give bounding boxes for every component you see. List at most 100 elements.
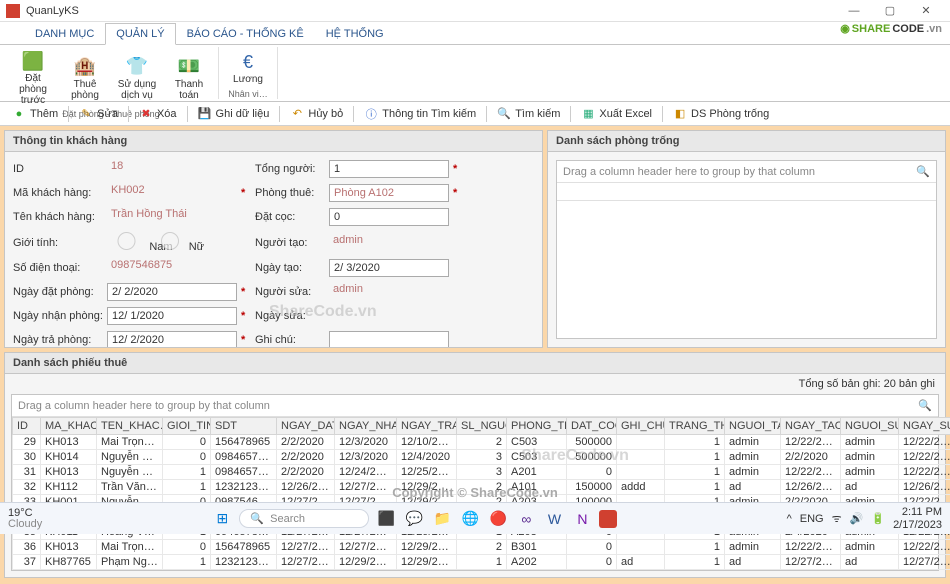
col-header[interactable]: SL_NGUOI <box>457 418 507 435</box>
btn-huy-bo[interactable]: ↶Hủy bỏ <box>284 105 349 123</box>
search-icon-2[interactable]: 🔍 <box>918 399 932 412</box>
col-header[interactable]: GHI_CHU <box>617 418 665 435</box>
tab-baocao[interactable]: BÁO CÁO - THỐNG KÊ <box>176 23 315 44</box>
lbl-tenkh: Tên khách hàng: <box>13 211 103 223</box>
col-header[interactable]: PHONG_TH… <box>507 418 567 435</box>
table-row[interactable]: 36KH013Mai Trọng …015647896512/27/202012… <box>13 540 950 555</box>
col-header[interactable]: NGAY_DAT… <box>277 418 335 435</box>
edge-icon[interactable]: 🌐 <box>459 508 481 530</box>
battery-icon[interactable]: 🔋 <box>871 512 885 525</box>
btn-luong[interactable]: €Lương <box>223 47 273 88</box>
ribbon-group-nhanvien: €Lương Nhân vi… <box>219 47 278 99</box>
close-button[interactable]: ✕ <box>908 0 944 22</box>
col-header[interactable]: DAT_COC <box>567 418 617 435</box>
grid-empty-rooms[interactable]: Drag a column header here to group by th… <box>556 160 937 339</box>
customer-form: ID18 Tổng người:* Mã khách hàng:KH002* P… <box>13 160 534 347</box>
inp-ngaytao[interactable] <box>329 259 449 277</box>
col-header[interactable]: NGAY_TAO <box>781 418 841 435</box>
content-area: Thông tin khách hàng ID18 Tổng người:* M… <box>0 126 950 352</box>
word-icon[interactable]: W <box>543 508 565 530</box>
chat-icon[interactable]: 💬 <box>403 508 425 530</box>
tray-chevron-icon[interactable]: ^ <box>787 513 792 525</box>
tab-hethong[interactable]: HỆ THỐNG <box>315 23 395 44</box>
grid-phieu-thue[interactable]: IDMA_KHACH…TEN_KHAC…GIOI_TINHSDTNGAY_DAT… <box>12 417 950 570</box>
col-header[interactable]: TRANG_THAI <box>665 418 725 435</box>
payment-icon: 💵 <box>177 55 201 79</box>
lang-indicator[interactable]: ENG <box>800 513 824 525</box>
table-row[interactable]: 30KH014Nguyễn Hồ…009846574562/2/202012/3… <box>13 450 950 465</box>
btn-ds-phong-trong[interactable]: ◧DS Phòng trống <box>667 105 775 123</box>
lbl-id: ID <box>13 163 103 175</box>
chrome-icon[interactable]: 🔴 <box>487 508 509 530</box>
inp-ngaynhan[interactable] <box>107 307 237 325</box>
table-row[interactable]: 37KH87765Phạm Ngu…1123212321212/27/20201… <box>13 555 950 570</box>
btn-them[interactable]: ●Thêm <box>6 105 64 123</box>
search-icon[interactable]: 🔍 <box>916 165 930 178</box>
col-header[interactable]: MA_KHACH… <box>41 418 97 435</box>
weather-widget[interactable]: 19°CCloudy <box>8 508 42 530</box>
wifi-icon[interactable]: ᯤ <box>832 511 842 526</box>
val-ngaysua: ShareCode.vn <box>329 307 449 325</box>
watermark-logo: ◉SHARECODE.vn <box>840 22 942 35</box>
table-row[interactable]: 29KH013Mai Trọng …01564789652/2/202012/3… <box>13 435 950 450</box>
minimize-button[interactable]: — <box>836 0 872 22</box>
btn-thanhtoan[interactable]: 💵Thanh toán <box>164 47 214 108</box>
btn-timkiem[interactable]: 🔍Tìm kiếm <box>491 105 566 123</box>
col-header[interactable]: NGAY_SUA <box>899 418 950 435</box>
ribbon-group-datphong: 🟩Đặt phòng trước 🏨Thuê phòng 👕Sử dụng dị… <box>4 47 219 99</box>
ribbon-group-caption-2: Nhân vi… <box>228 88 268 99</box>
col-header[interactable]: ID <box>13 418 41 435</box>
radio-nam[interactable] <box>107 232 146 250</box>
table-row[interactable]: 31KH013Nguyễn Vă…109846574562/2/202012/2… <box>13 465 950 480</box>
radio-nu[interactable] <box>154 232 185 250</box>
btn-sua[interactable]: ✎Sửa <box>73 105 124 123</box>
inp-tongnguoi[interactable] <box>329 160 449 178</box>
btn-xoa[interactable]: ✖Xóa <box>133 105 183 123</box>
lbl-ngaynhan: Ngày nhận phòng: <box>13 310 103 322</box>
lbl-sdt: Số điện thoại: <box>13 262 103 274</box>
ribbon-body: 🟩Đặt phòng trước 🏨Thuê phòng 👕Sử dụng dị… <box>0 44 950 102</box>
app-taskbar-icon[interactable] <box>599 510 617 528</box>
service-icon: 👕 <box>125 55 149 79</box>
col-header[interactable]: NGAY_TRA… <box>397 418 457 435</box>
btn-xuat-excel[interactable]: ▦Xuất Excel <box>575 105 658 123</box>
btn-thuephong[interactable]: 🏨Thuê phòng <box>60 47 110 108</box>
col-header[interactable]: SDT <box>211 418 277 435</box>
col-header[interactable]: NGUOI_TAO <box>725 418 781 435</box>
taskview-icon[interactable]: ⬛ <box>375 508 397 530</box>
inp-datcoc[interactable] <box>329 208 449 226</box>
search-icon: 🔍 <box>250 512 264 525</box>
col-header[interactable]: GIOI_TINH <box>163 418 211 435</box>
lbl-makh: Mã khách hàng: <box>13 187 103 199</box>
vs-icon[interactable]: ∞ <box>515 508 537 530</box>
btn-ghi-du-lieu[interactable]: 💾Ghi dữ liệu <box>192 105 276 123</box>
inp-ghichu[interactable] <box>329 331 449 347</box>
calendar-icon: 🟩 <box>21 49 45 73</box>
inp-ngaydat[interactable] <box>107 283 237 301</box>
radio-gioitinh: Nam Nữ <box>107 232 237 253</box>
inp-phongthue[interactable] <box>329 184 449 202</box>
btn-thongtin-timkiem[interactable]: ⓘThông tin Tìm kiếm <box>358 105 482 123</box>
tab-quanly[interactable]: QUẢN LÝ <box>105 23 175 45</box>
onenote-icon[interactable]: N <box>571 508 593 530</box>
val-nguoitao: admin <box>329 234 449 252</box>
taskbar-search[interactable]: 🔍Search <box>239 509 369 528</box>
lbl-ngaytao: Ngày tạo: <box>255 262 325 274</box>
table-row[interactable]: 32KH112Trần Văn H…1123212321212/26/20201… <box>13 480 950 495</box>
col-header[interactable]: TEN_KHAC… <box>97 418 163 435</box>
col-header[interactable]: NGAY_NHAN <box>335 418 397 435</box>
col-header[interactable]: NGUOI_SUA <box>841 418 899 435</box>
datetime[interactable]: 2:11 PM2/17/2023 <box>893 506 942 530</box>
lbl-ngaydat: Ngày đặt phòng: <box>13 286 103 298</box>
start-button[interactable]: ⊞ <box>211 508 233 530</box>
btn-datphong-truoc[interactable]: 🟩Đặt phòng trước <box>8 47 58 108</box>
val-tenkh: Trần Hồng Thái <box>107 208 237 226</box>
tab-danhmuc[interactable]: DANH MỤC <box>24 23 105 44</box>
inp-ngaytra[interactable] <box>107 331 237 347</box>
volume-icon[interactable]: 🔊 <box>850 512 864 525</box>
group-hint: Drag a column header here to group by th… <box>563 166 815 178</box>
maximize-button[interactable]: ▢ <box>872 0 908 22</box>
btn-sudung-dichvu[interactable]: 👕Sử dụng dịch vụ <box>112 47 162 108</box>
lbl-phongthue: Phòng thuê: <box>255 187 325 199</box>
explorer-icon[interactable]: 📁 <box>431 508 453 530</box>
